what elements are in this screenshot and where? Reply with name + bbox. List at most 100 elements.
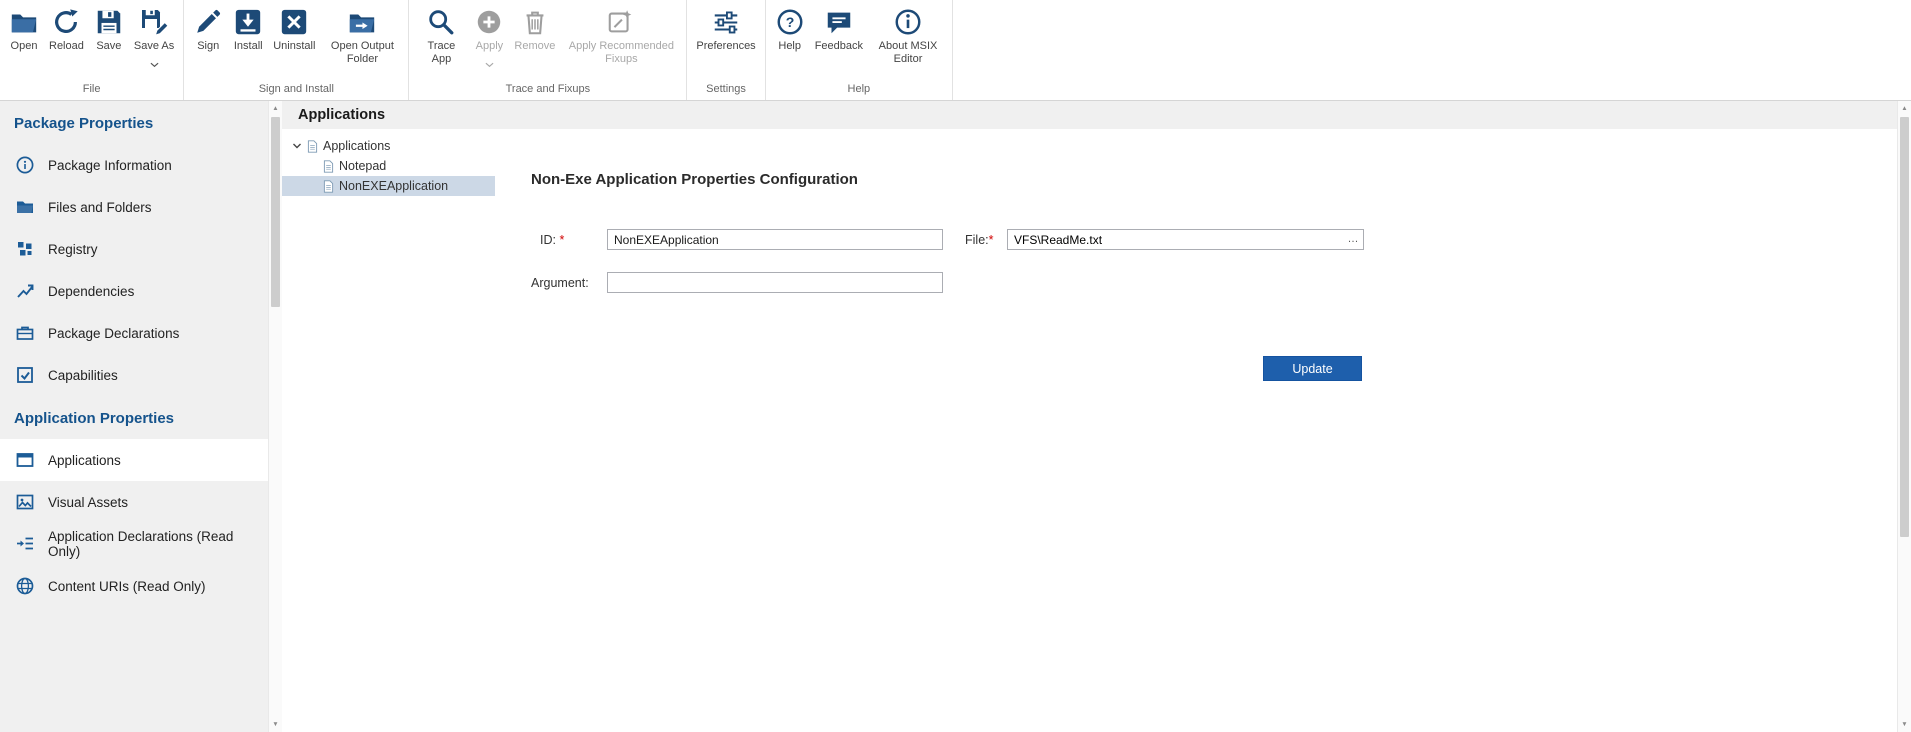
about-label: About MSIX Editor (873, 40, 943, 66)
update-button[interactable]: Update (1263, 356, 1362, 381)
group-label-trace-fixups: Trace and Fixups (413, 80, 682, 100)
help-label: Help (778, 40, 801, 53)
group-label-settings: Settings (691, 80, 760, 100)
info-icon (15, 155, 35, 175)
sidebar-item-label: Application Declarations (Read Only) (48, 529, 268, 559)
folder-icon (15, 197, 35, 217)
group-label-sign-install: Sign and Install (188, 80, 404, 100)
sidebar-item-package-declarations[interactable]: Package Declarations (0, 312, 268, 354)
sidebar-item-dependencies[interactable]: Dependencies (0, 270, 268, 312)
trace-app-button[interactable]: Trace App (413, 5, 469, 68)
tree-node-nonexeapplication[interactable]: NonEXEApplication (282, 176, 495, 196)
sign-label: Sign (197, 40, 219, 53)
sidebar-item-label: Package Information (48, 158, 172, 173)
save-as-label: Save As (134, 40, 174, 53)
open-output-folder-icon (347, 7, 377, 37)
sidebar-item-content-uris[interactable]: Content URIs (Read Only) (0, 565, 268, 607)
sidebar-item-registry[interactable]: Registry (0, 228, 268, 270)
scroll-down-arrow-icon[interactable]: ▼ (269, 717, 282, 732)
ribbon-group-file: Open Reload Save (0, 0, 184, 100)
document-icon (323, 180, 334, 193)
required-asterisk: * (989, 233, 994, 247)
argument-input[interactable] (607, 272, 943, 293)
file-input[interactable] (1008, 231, 1343, 249)
save-button[interactable]: Save (89, 5, 129, 55)
feedback-button[interactable]: Feedback (810, 5, 868, 55)
install-button[interactable]: Install (228, 5, 268, 55)
argument-field-label: Argument: (531, 276, 607, 290)
chevron-down-icon (150, 55, 159, 73)
apply-recommended-fixups-button[interactable]: Apply Recommended Fixups (560, 5, 682, 68)
sidebar-item-files-and-folders[interactable]: Files and Folders (0, 186, 268, 228)
feedback-label: Feedback (815, 40, 863, 53)
tree-node-applications[interactable]: Applications (282, 136, 495, 156)
sidebar-item-applications[interactable]: Applications (0, 439, 268, 481)
feedback-icon (824, 7, 854, 37)
remove-button[interactable]: Remove (509, 5, 560, 55)
save-as-button[interactable]: Save As (129, 5, 179, 75)
apply-icon (474, 7, 504, 37)
sidebar-item-label: Package Declarations (48, 326, 179, 341)
ribbon-group-trace-fixups: Trace App Apply Remove (409, 0, 687, 100)
scrollbar-thumb[interactable] (1900, 117, 1909, 537)
about-msix-editor-button[interactable]: About MSIX Editor (868, 5, 948, 68)
sidebar-item-label: Capabilities (48, 368, 118, 383)
chevron-down-icon[interactable] (292, 141, 302, 151)
tree-node-label: Applications (323, 139, 390, 153)
app-window-icon (15, 450, 35, 470)
sidebar: Package Properties Package Information F… (0, 101, 268, 732)
sidebar-heading-application-properties: Application Properties (0, 396, 268, 439)
save-label: Save (96, 40, 121, 53)
document-icon (307, 140, 318, 153)
open-button[interactable]: Open (4, 5, 44, 55)
document-icon (323, 160, 334, 173)
id-input[interactable] (607, 229, 943, 250)
id-field-label: ID: * (540, 233, 607, 247)
chevron-down-icon (485, 55, 494, 73)
msix-editor-window: Open Reload Save (0, 0, 1911, 732)
sidebar-item-capabilities[interactable]: Capabilities (0, 354, 268, 396)
sidebar-item-label: Content URIs (Read Only) (48, 579, 206, 594)
open-output-folder-button[interactable]: Open Output Folder (320, 5, 404, 68)
ribbon-group-settings: Preferences Settings (687, 0, 765, 100)
main-scrollbar[interactable]: ▲ ▼ (1897, 101, 1911, 732)
scroll-up-arrow-icon[interactable]: ▲ (269, 101, 282, 116)
reload-label: Reload (49, 40, 84, 53)
help-button[interactable]: ? Help (770, 5, 810, 55)
sidebar-item-label: Files and Folders (48, 200, 152, 215)
open-label: Open (11, 40, 38, 53)
reload-icon (51, 7, 81, 37)
trace-app-label: Trace App (418, 40, 464, 66)
main-panel: Applications Applications (282, 101, 1911, 732)
apply-button[interactable]: Apply (469, 5, 509, 75)
checkbox-icon (15, 365, 35, 385)
sidebar-item-application-declarations[interactable]: Application Declarations (Read Only) (0, 523, 268, 565)
uninstall-button[interactable]: Uninstall (268, 5, 320, 55)
tree-node-notepad[interactable]: Notepad (282, 156, 495, 176)
remove-icon (520, 7, 550, 37)
save-as-icon (139, 7, 169, 37)
open-icon (9, 7, 39, 37)
fixups-icon (606, 7, 636, 37)
application-properties-form: Non-Exe Application Properties Configura… (495, 129, 1897, 732)
scroll-down-arrow-icon[interactable]: ▼ (1898, 717, 1911, 732)
help-icon: ? (775, 7, 805, 37)
main-header: Applications (282, 101, 1897, 129)
fixups-label: Apply Recommended Fixups (565, 40, 677, 66)
preferences-label: Preferences (696, 40, 755, 53)
sidebar-item-package-information[interactable]: Package Information (0, 144, 268, 186)
file-field-label: File:* (965, 233, 1007, 247)
sign-icon (193, 7, 223, 37)
sidebar-scrollbar[interactable]: ▲ ▼ (268, 101, 282, 732)
sidebar-item-label: Registry (48, 242, 98, 257)
ribbon-group-help: ? Help Feedback About MSIX Editor (766, 0, 953, 100)
scroll-up-arrow-icon[interactable]: ▲ (1898, 101, 1911, 116)
scrollbar-thumb[interactable] (271, 117, 280, 307)
sign-button[interactable]: Sign (188, 5, 228, 55)
browse-button[interactable]: … (1343, 230, 1363, 249)
preferences-button[interactable]: Preferences (691, 5, 760, 55)
uninstall-icon (279, 7, 309, 37)
sidebar-item-visual-assets[interactable]: Visual Assets (0, 481, 268, 523)
reload-button[interactable]: Reload (44, 5, 89, 55)
sidebar-item-label: Visual Assets (48, 495, 128, 510)
